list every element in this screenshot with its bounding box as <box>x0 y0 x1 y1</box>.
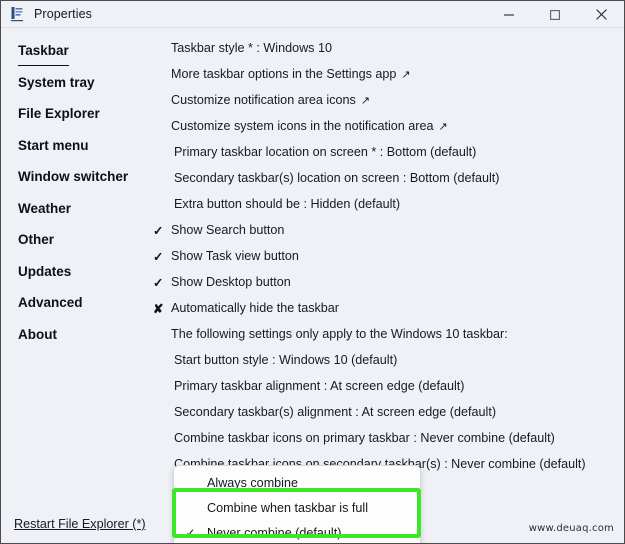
setting-row-taskbar-style[interactable]: Taskbar style * : Windows 10 <box>149 35 624 61</box>
sidebar-item-advanced[interactable]: Advanced <box>1 287 149 319</box>
checkmark-icon: ✓ <box>153 249 164 264</box>
setting-row-show-desktop-button[interactable]: ✓ Show Desktop button <box>149 269 624 295</box>
window-title: Properties <box>34 7 92 21</box>
sidebar-item-label: About <box>18 326 57 342</box>
sidebar-item-label: File Explorer <box>18 106 100 121</box>
option-label: Combine when taskbar is full <box>207 500 368 515</box>
setting-row-secondary-taskbar-alignment[interactable]: Secondary taskbar(s) alignment : At scre… <box>149 399 624 425</box>
external-link-icon: ↗ <box>401 68 411 81</box>
setting-row-start-button-style[interactable]: Start button style : Windows 10 (default… <box>149 347 624 373</box>
checkmark-icon: ✓ <box>153 223 164 238</box>
row-label: Automatically hide the taskbar <box>171 301 340 315</box>
row-label: Show Task view button <box>171 249 299 263</box>
sidebar-item-label: Other <box>18 232 55 247</box>
properties-window-icon <box>10 6 26 22</box>
sidebar-item-label: Updates <box>18 263 72 279</box>
setting-row-customize-notification-area-icons[interactable]: Customize notification area icons ↗ <box>149 87 624 113</box>
row-label: Combine taskbar icons on primary taskbar… <box>174 431 555 445</box>
combine-taskbar-icons-dropdown[interactable]: Always combine Combine when taskbar is f… <box>173 465 421 543</box>
sidebar-item-label: Taskbar <box>18 37 69 66</box>
sidebar-item-label: Window switcher <box>18 169 129 184</box>
sidebar: Taskbar System tray File Explorer Start … <box>1 28 149 543</box>
setting-row-show-search-button[interactable]: ✓ Show Search button <box>149 217 624 243</box>
maximize-button[interactable] <box>532 1 578 28</box>
sidebar-item-label: Weather <box>18 200 72 216</box>
sidebar-item-other[interactable]: Other <box>1 224 149 256</box>
setting-row-show-task-view-button[interactable]: ✓ Show Task view button <box>149 243 624 269</box>
restart-file-explorer-link[interactable]: Restart File Explorer (*) <box>14 517 146 531</box>
row-label: Customize system icons in the notificati… <box>171 119 434 133</box>
sidebar-item-label: Start menu <box>18 137 89 153</box>
checkmark-icon: ✓ <box>153 275 164 290</box>
title-bar: Properties <box>1 1 624 28</box>
setting-row-secondary-taskbar-location[interactable]: Secondary taskbar(s) location on screen … <box>149 165 624 191</box>
row-label: Primary taskbar alignment : At screen ed… <box>174 379 465 393</box>
setting-row-auto-hide-taskbar[interactable]: ✘ Automatically hide the taskbar <box>149 295 624 321</box>
dropdown-option-always-combine[interactable]: Always combine <box>174 470 420 495</box>
row-label: Extra button should be : Hidden (default… <box>174 197 401 211</box>
row-label: Show Search button <box>171 223 285 237</box>
sidebar-item-about[interactable]: About <box>1 319 149 351</box>
setting-row-more-taskbar-options[interactable]: More taskbar options in the Settings app… <box>149 61 624 87</box>
option-check-icon: ✓ <box>185 525 196 540</box>
dropdown-option-never-combine[interactable]: ✓ Never combine (default) <box>174 520 420 543</box>
row-label: Secondary taskbar(s) location on screen … <box>174 171 500 185</box>
properties-window: Properties Taskbar System tray File Expl… <box>0 0 625 544</box>
minimize-button[interactable] <box>486 1 532 28</box>
setting-row-customize-system-icons[interactable]: Customize system icons in the notificati… <box>149 113 624 139</box>
option-label: Always combine <box>207 475 298 490</box>
sidebar-item-label: Advanced <box>18 295 83 310</box>
row-label: Taskbar style * : Windows 10 <box>171 41 332 55</box>
sidebar-item-file-explorer[interactable]: File Explorer <box>1 98 149 130</box>
sidebar-item-window-switcher[interactable]: Window switcher <box>1 161 149 193</box>
setting-row-primary-taskbar-location[interactable]: Primary taskbar location on screen * : B… <box>149 139 624 165</box>
row-label: Show Desktop button <box>171 275 291 289</box>
sidebar-item-weather[interactable]: Weather <box>1 193 149 225</box>
sidebar-item-system-tray[interactable]: System tray <box>1 67 149 99</box>
setting-row-primary-taskbar-alignment[interactable]: Primary taskbar alignment : At screen ed… <box>149 373 624 399</box>
row-label: Customize notification area icons <box>171 93 356 107</box>
dropdown-option-combine-when-full[interactable]: Combine when taskbar is full <box>174 495 420 520</box>
window-controls <box>486 1 624 28</box>
external-link-icon: ↗ <box>438 120 448 133</box>
sidebar-item-updates[interactable]: Updates <box>1 256 149 288</box>
option-label: Never combine (default) <box>207 525 342 540</box>
setting-row-combine-primary-taskbar[interactable]: Combine taskbar icons on primary taskbar… <box>149 425 624 451</box>
setting-row-extra-button[interactable]: Extra button should be : Hidden (default… <box>149 191 624 217</box>
cross-icon: ✘ <box>153 301 164 316</box>
watermark: www.deuaq.com <box>528 523 614 534</box>
close-button[interactable] <box>578 1 624 28</box>
sidebar-item-start-menu[interactable]: Start menu <box>1 130 149 162</box>
sidebar-item-taskbar[interactable]: Taskbar <box>1 35 149 67</box>
row-label: Secondary taskbar(s) alignment : At scre… <box>174 405 497 419</box>
row-label: Start button style : Windows 10 (default… <box>174 353 398 367</box>
external-link-icon: ↗ <box>360 94 371 107</box>
section-note-windows10-taskbar: The following settings only apply to the… <box>149 321 624 347</box>
row-label: Primary taskbar location on screen * : B… <box>174 145 477 159</box>
row-label: More taskbar options in the Settings app <box>171 67 397 81</box>
row-label: The following settings only apply to the… <box>171 327 508 341</box>
sidebar-item-label: System tray <box>18 74 95 90</box>
